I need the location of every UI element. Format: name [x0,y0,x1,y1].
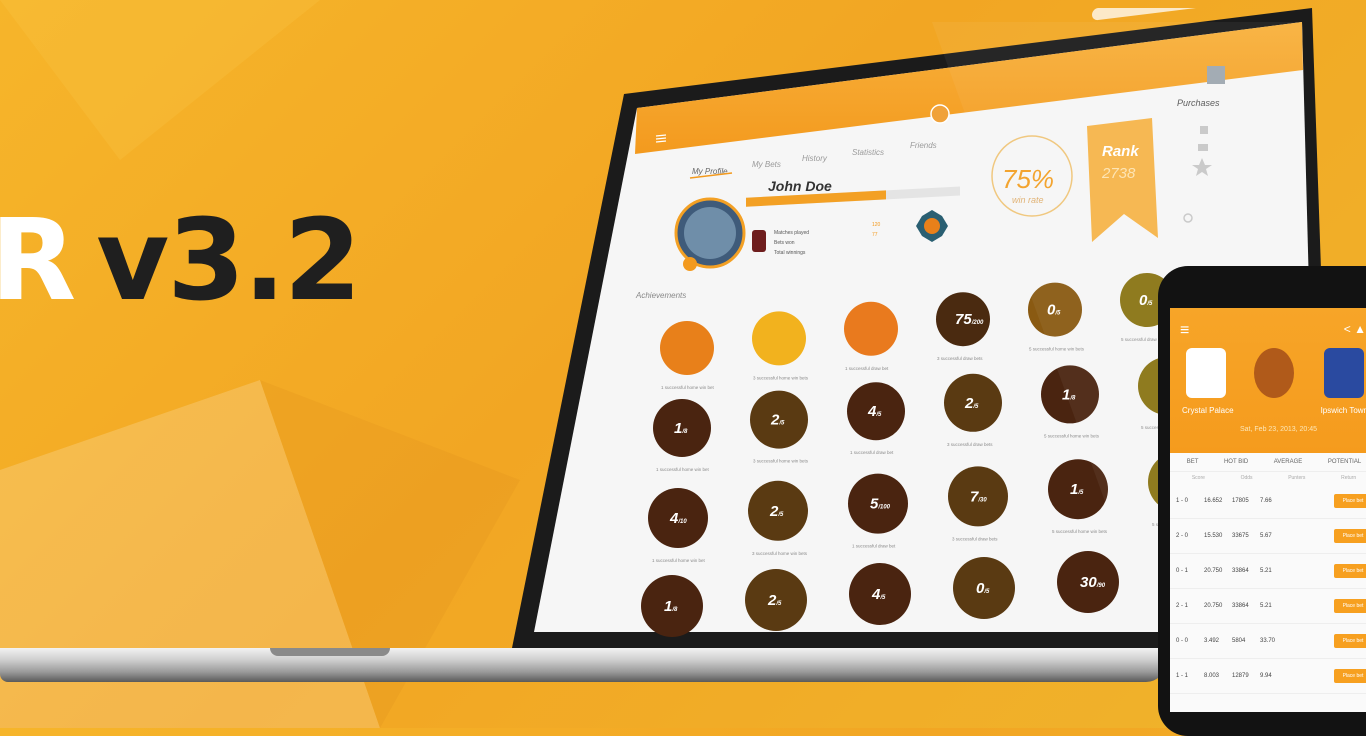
achievement-coin[interactable]: 4/5 [849,563,911,625]
bet-cell: 33864 [1232,603,1249,609]
tab-history[interactable]: History [802,154,828,163]
hero-title-prefix: R [0,196,76,326]
achievement-caption: 1 successful draw bet [852,544,896,549]
achievement-caption: 3 successful draw bets [937,356,983,361]
bet-row: 1 - 1 8.003 12879 9.94 Place bet [1170,659,1366,694]
achievement-caption: 1 successful draw bet [850,450,894,455]
place-bet-button[interactable]: Place bet [1334,669,1366,683]
bet-row: 0 - 0 3.492 5804 33.70 Place bet [1170,624,1366,659]
trophy-icon [1254,348,1294,398]
tab-my-bets[interactable]: My Bets [752,160,781,169]
phone: ≡ < ▲ Crystal Palace Ipswich Town Sat, F… [1158,266,1366,736]
bet-cell: 5.21 [1260,603,1272,609]
bet-row: 0 - 1 20.750 33864 5.21 Place bet [1170,554,1366,589]
achievements-title: Achievements [635,291,686,300]
achievement-caption: 5 successful home win bets [1052,529,1108,534]
col-header[interactable]: POTENTIAL [1328,459,1361,465]
home-team-crest-icon [1186,348,1226,398]
bet-cell: 15.530 [1204,533,1223,539]
bet-cell: 8.003 [1204,673,1220,679]
hero-title-version: v3.2 [96,196,361,326]
sub-header: Punters [1288,475,1306,481]
achievement-coin[interactable]: 2/5 [745,569,807,631]
bet-cell: 2 - 0 [1176,533,1189,539]
bet-cell: 5.21 [1260,568,1272,574]
bet-row: 2 - 0 15.530 33675 5.67 Place bet [1170,519,1366,554]
bet-cell: 12879 [1232,673,1249,679]
achievement-coin[interactable]: 1/8 [641,575,703,637]
achievement-coin-face [752,311,806,366]
stat-label-0: Matches played [774,230,809,236]
bet-cell: 3.492 [1204,638,1220,644]
bet-cell: 16.652 [1204,498,1223,504]
achievement-coin-face [844,301,898,356]
stat-value-1: 77 [872,232,878,238]
achievement-coin-face [660,321,714,375]
laptop-notch [270,648,390,656]
sub-header: Odds [1240,475,1253,481]
bet-cell: 20.750 [1204,603,1223,609]
match-date: Sat, Feb 23, 2013, 20:45 [1240,426,1318,433]
match-header: ≡ < ▲ Crystal Palace Ipswich Town Sat, F… [1170,308,1366,453]
achievement-caption: 1 successful draw bet [845,366,889,371]
bet-list: 1 - 0 16.652 17805 7.66 Place bet 2 - 0 15.530… [1170,484,1366,694]
tab-statistics[interactable]: Statistics [852,148,884,157]
sub-header: Score [1191,475,1205,481]
col-header[interactable]: HOT BID [1224,459,1248,465]
level-badge-icon [752,230,766,252]
col-header[interactable]: AVERAGE [1274,459,1303,465]
bet-cell: 7.66 [1260,498,1272,504]
bet-cell: 9.94 [1260,673,1272,679]
stat-label-1: Bets won [774,240,795,246]
bet-row: 1 - 0 16.652 17805 7.66 Place bet [1170,484,1366,519]
place-bet-button[interactable]: Place bet [1334,494,1366,508]
hero-title: Rv3.2 [0,205,362,317]
menu-icon[interactable]: ≡ [1180,322,1189,340]
achievement-caption: 1 successful home win bet [652,558,706,563]
bet-cell: 20.750 [1204,568,1223,574]
bet-cell: 33.70 [1260,638,1276,644]
laptop-base [0,648,1166,682]
stat-label-2: Total winnings [774,250,806,256]
achievement-caption: 3 successful draw bets [947,442,993,447]
achievement-caption: 3 successful draw bets [952,536,998,541]
place-bet-button[interactable]: Place bet [1334,599,1366,613]
achievement-coin[interactable]: 0/5 [953,557,1015,619]
place-bet-button[interactable]: Place bet [1334,564,1366,578]
away-team-name: Ipswich Town [1320,406,1366,415]
achievement-caption: 1 successful home win bet [661,385,715,390]
sub-header: Return [1341,475,1357,481]
bet-cell: 1 - 0 [1176,498,1189,504]
achievement-coin[interactable]: 30/90 [1057,551,1119,613]
place-bet-button[interactable]: Place bet [1334,634,1366,648]
achievement-caption: 3 successful home win bets [752,551,808,556]
stat-value-0: 120 [872,222,881,228]
home-team-name: Crystal Palace [1182,406,1234,415]
achievement-caption: 3 successful home win bets [753,375,809,380]
phone-screen: ≡ < ▲ Crystal Palace Ipswich Town Sat, F… [1170,308,1366,712]
share-icon[interactable]: < ▲ [1344,322,1366,336]
bet-cell: 0 - 1 [1176,568,1189,574]
bet-columns: BET HOT BID AVERAGE POTENTIAL [1170,453,1366,472]
bet-cell: 5804 [1232,638,1246,644]
bet-cell: 17805 [1232,498,1249,504]
bet-cell: 1 - 1 [1176,673,1189,679]
profile-name: John Doe [768,178,832,194]
bet-cell: 33675 [1232,533,1249,539]
away-team-crest-icon [1324,348,1364,398]
achievement-caption: 3 successful home win bets [753,459,809,464]
bet-subheaders: Score Odds Punters Return [1170,472,1366,484]
app-logo-icon [930,104,950,124]
bet-cell: 0 - 0 [1176,638,1189,644]
achievement-caption: 1 successful home win bet [656,467,710,472]
bet-cell: 33864 [1232,568,1249,574]
bet-cell: 2 - 1 [1176,603,1189,609]
tab-friends[interactable]: Friends [910,141,937,150]
search-input[interactable] [1092,8,1202,21]
bet-row: 2 - 1 20.750 33864 5.21 Place bet [1170,589,1366,624]
place-bet-button[interactable]: Place bet [1334,529,1366,543]
bet-cell: 5.67 [1260,533,1272,539]
col-header[interactable]: BET [1187,459,1199,465]
